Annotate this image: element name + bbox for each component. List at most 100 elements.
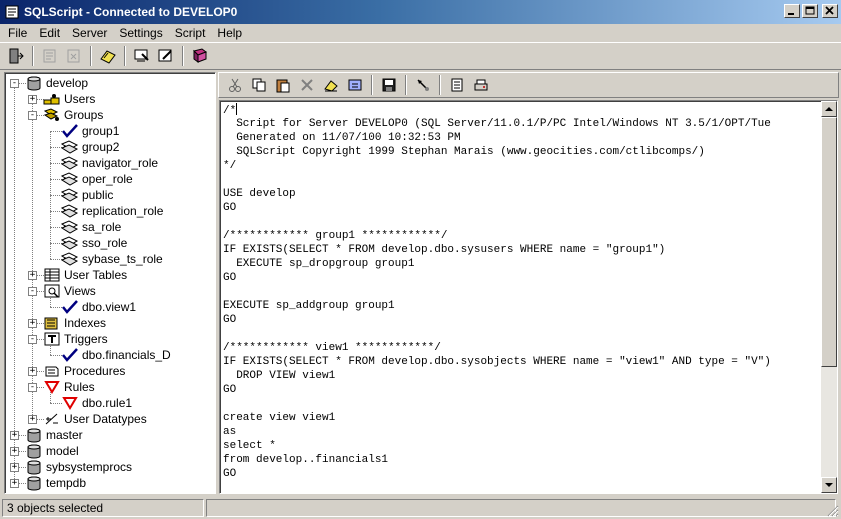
code-line[interactable]: EXECUTE sp_dropgroup group1 [223,257,821,271]
tree-item[interactable]: Triggers [43,331,108,347]
resize-grip-icon[interactable] [827,505,839,517]
code-line[interactable]: Script for Server DEVELOP0 (SQL Server/1… [223,117,821,131]
code-line[interactable]: GO [223,383,821,397]
delete-script-button[interactable] [62,45,85,67]
expand-toggle[interactable]: + [28,95,37,104]
collapse-toggle[interactable]: - [28,111,37,120]
code-line[interactable]: create view view1 [223,411,821,425]
tree-item[interactable]: master [25,427,83,443]
sqlscript-app-icon[interactable] [4,4,20,20]
collapse-toggle[interactable]: - [28,287,37,296]
code-line[interactable]: GO [223,467,821,481]
code-line[interactable]: SQLScript Copyright 1999 Stephan Marais … [223,145,821,159]
menu-server[interactable]: Server [66,26,113,40]
code-line[interactable] [223,327,821,341]
menu-file[interactable]: File [2,26,33,40]
tree-item[interactable]: sso_role [61,235,127,251]
print-preview-button[interactable] [445,74,468,96]
tree-item[interactable]: dbo.financials_D [61,347,171,363]
code-line[interactable]: /************ view1 ************/ [223,341,821,355]
code-line[interactable] [223,397,821,411]
tree-item[interactable]: Views [43,283,96,299]
expand-toggle[interactable]: + [10,479,19,488]
menu-help[interactable]: Help [211,26,248,40]
expand-toggle[interactable]: + [28,271,37,280]
tree-item[interactable]: model [25,443,79,459]
tree-item[interactable]: Groups [43,107,103,123]
scroll-down-button[interactable] [821,477,837,493]
expand-toggle[interactable]: + [10,431,19,440]
expand-toggle[interactable]: + [28,319,37,328]
code-line[interactable]: DROP VIEW view1 [223,369,821,383]
code-line[interactable]: */ [223,159,821,173]
edit-object-button[interactable] [154,45,177,67]
tree-item[interactable]: public [61,187,113,203]
code-line[interactable] [223,215,821,229]
tree-item[interactable]: dbo.rule1 [61,395,132,411]
sql-script-text[interactable]: /* Script for Server DEVELOP0 (SQL Serve… [223,103,821,481]
code-line[interactable]: EXECUTE sp_addgroup group1 [223,299,821,313]
scroll-thumb[interactable] [821,117,837,367]
code-line[interactable]: IF EXISTS(SELECT * FROM develop.dbo.syso… [223,355,821,369]
code-line[interactable]: GO [223,313,821,327]
collapse-toggle[interactable]: - [10,79,19,88]
browse-button[interactable] [130,45,153,67]
close-button[interactable] [822,4,838,18]
tree-item[interactable]: Indexes [43,315,106,331]
save-button[interactable] [377,74,400,96]
execute-button[interactable] [411,74,434,96]
menu-script[interactable]: Script [169,26,212,40]
expand-toggle[interactable]: + [10,463,19,472]
code-line[interactable]: /************ group1 ************/ [223,229,821,243]
code-line[interactable]: USE develop [223,187,821,201]
tree-item[interactable]: User Tables [43,267,127,283]
editor-vertical-scrollbar[interactable] [821,101,837,493]
tree-item[interactable]: dbo.view1 [61,299,136,315]
code-line[interactable]: GO [223,201,821,215]
menu-settings[interactable]: Settings [113,26,168,40]
cut-button[interactable] [223,74,246,96]
tree-item[interactable]: sybsystemprocs [25,459,132,475]
tree-item[interactable]: Users [43,91,95,107]
code-line[interactable]: Generated on 11/07/100 10:32:53 PM [223,131,821,145]
tree-item[interactable]: oper_role [61,171,133,187]
object-tree[interactable]: - develop + Users - Groups group1 group2 navigat… [4,72,216,494]
tree-item[interactable]: sybase_ts_role [61,251,163,267]
help-book-button[interactable] [188,45,211,67]
copy-button[interactable] [247,74,270,96]
code-line[interactable]: select * [223,439,821,453]
tree-item[interactable]: tempdb [25,475,86,491]
eraser-button[interactable] [319,74,342,96]
expand-toggle[interactable]: + [28,367,37,376]
maximize-button[interactable] [802,4,818,18]
tree-item[interactable]: sa_role [61,219,121,235]
code-line[interactable] [223,285,821,299]
code-line[interactable]: from develop..financials1 [223,453,821,467]
collapse-toggle[interactable]: - [28,335,37,344]
tree-item[interactable]: group2 [61,139,119,155]
scroll-up-button[interactable] [821,101,837,117]
generate-button[interactable] [96,45,119,67]
expand-toggle[interactable]: + [28,415,37,424]
tree-item[interactable]: Rules [43,379,95,395]
new-script-button[interactable] [38,45,61,67]
expand-toggle[interactable]: + [10,447,19,456]
tree-item[interactable]: replication_role [61,203,163,219]
paste-button[interactable] [271,74,294,96]
sql-editor[interactable]: /* Script for Server DEVELOP0 (SQL Serve… [219,100,838,494]
tree-item[interactable]: develop [25,75,88,91]
tree-item[interactable]: group1 [61,123,119,139]
collapse-toggle[interactable]: - [28,383,37,392]
delete-button[interactable] [295,74,318,96]
tree-item[interactable]: User Datatypes [43,411,147,427]
code-line[interactable]: as [223,425,821,439]
minimize-button[interactable] [784,4,800,18]
code-line[interactable]: /* [223,103,821,117]
connect-button[interactable] [4,45,27,67]
tree-item[interactable]: navigator_role [61,155,158,171]
print-button[interactable] [469,74,492,96]
menu-edit[interactable]: Edit [33,26,66,40]
code-line[interactable]: GO [223,271,821,285]
code-line[interactable]: IF EXISTS(SELECT * FROM develop.dbo.sysu… [223,243,821,257]
tree-item[interactable]: Procedures [43,363,125,379]
